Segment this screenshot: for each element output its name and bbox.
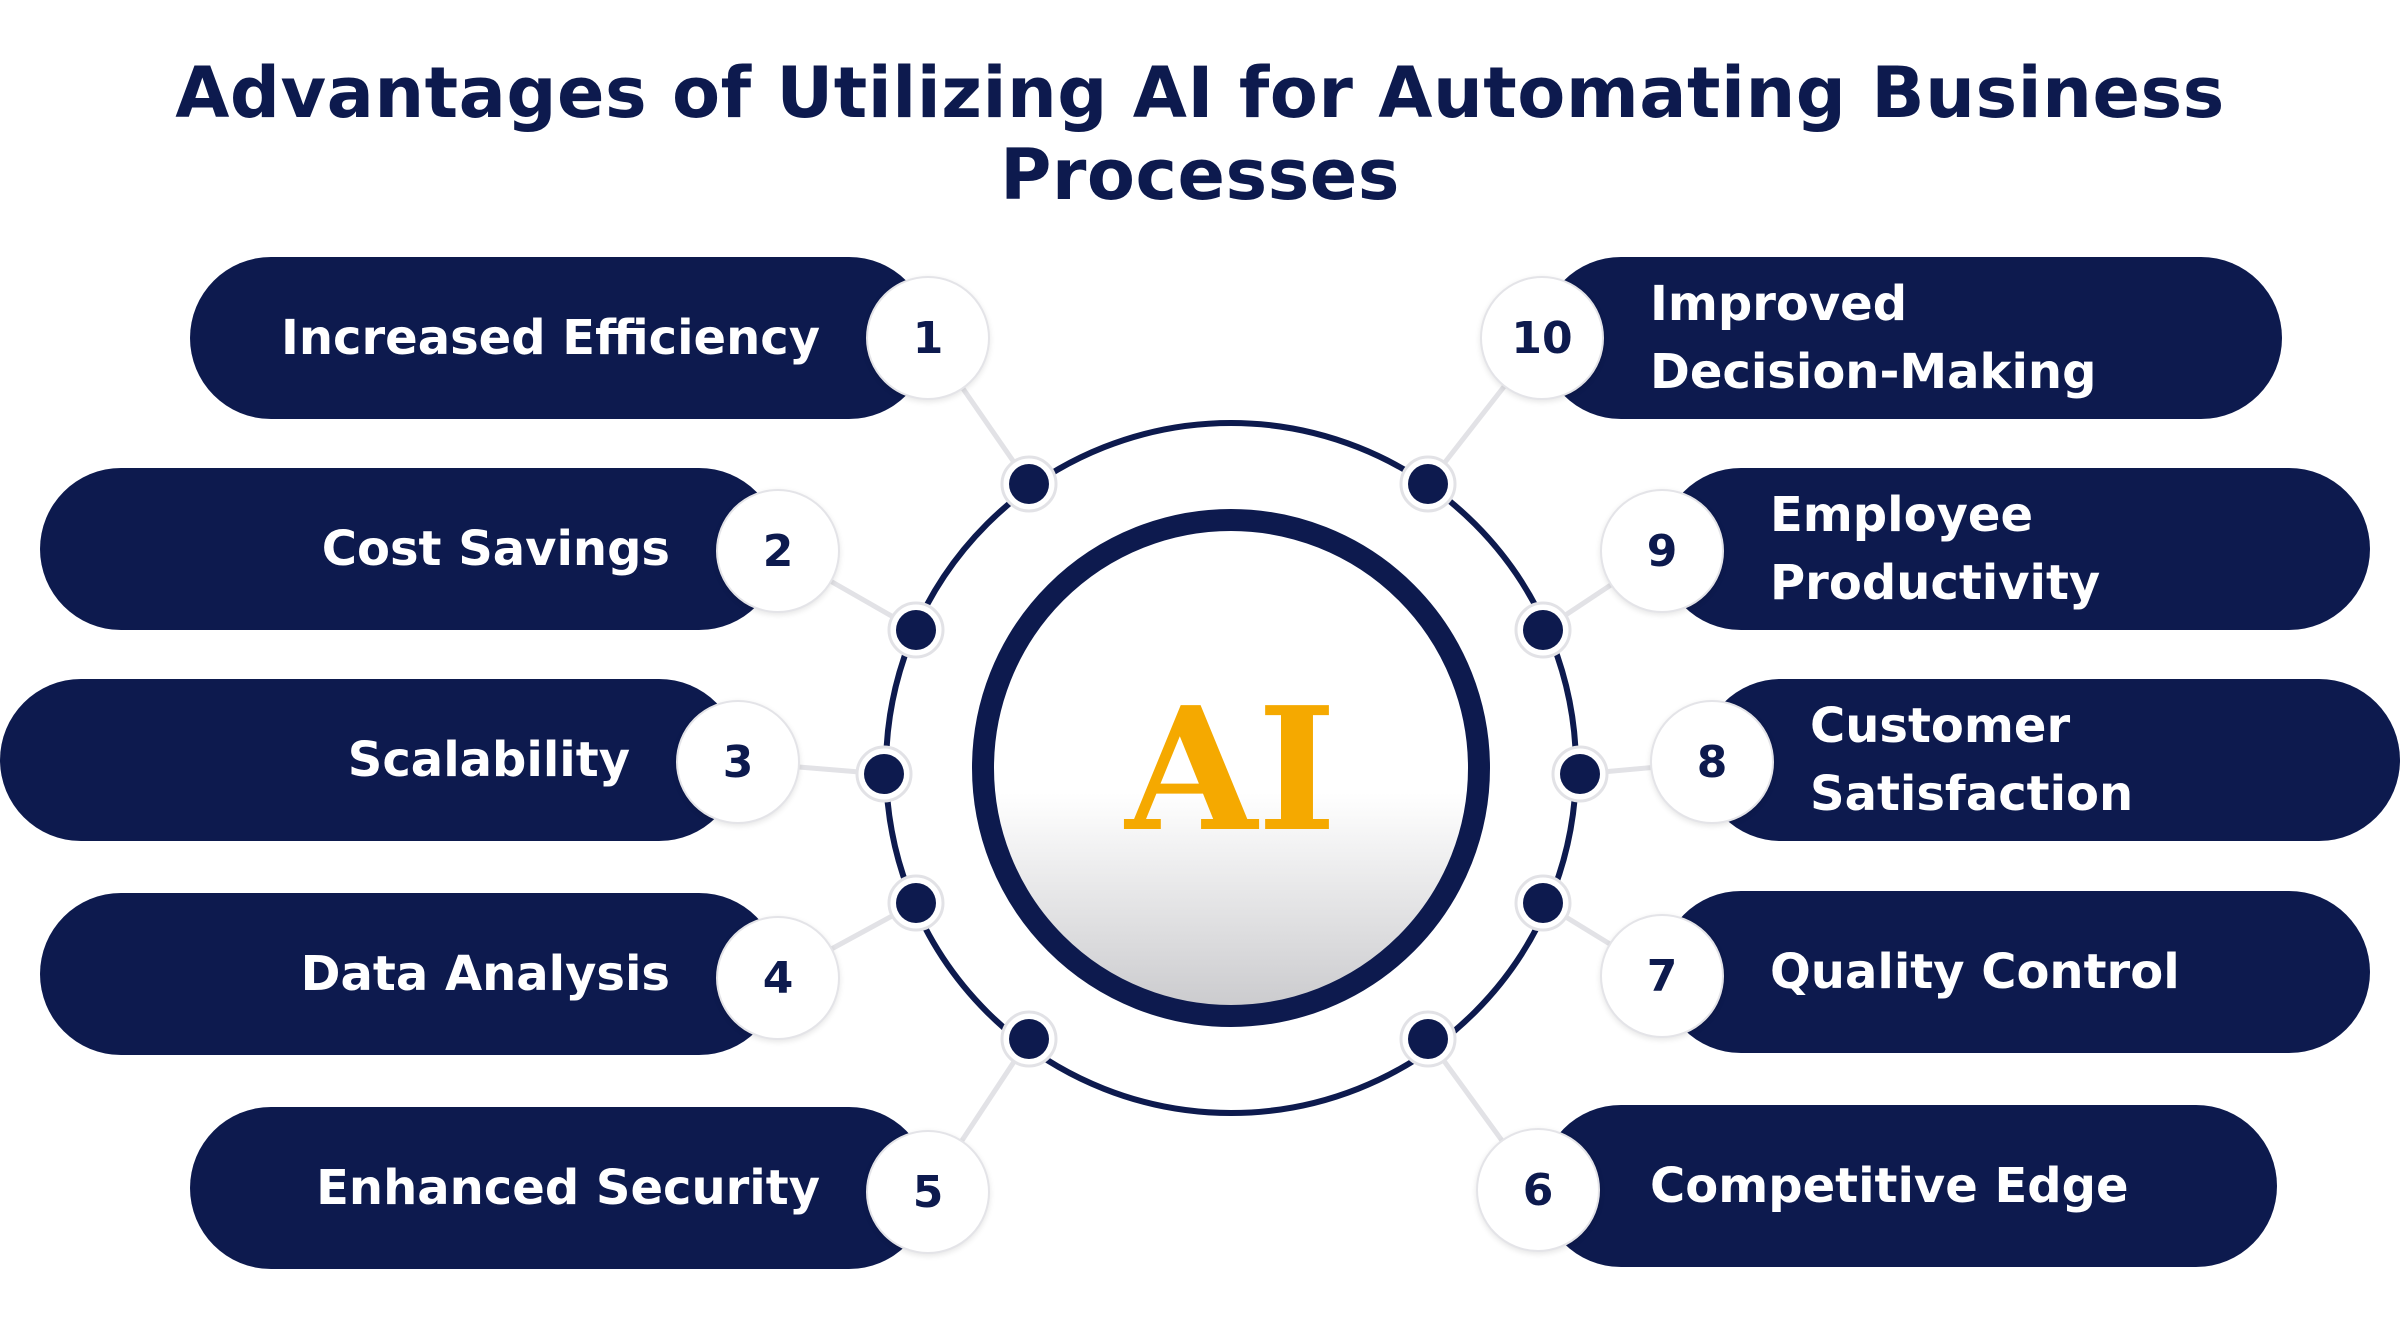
benefit-label-1: Increased Efficiency xyxy=(281,310,820,366)
benefit-pill-4: Data Analysis xyxy=(40,893,780,1055)
number-badge-10: 10 xyxy=(1480,276,1604,400)
benefit-pill-7: Quality Control xyxy=(1660,891,2370,1053)
number-badge-2: 2 xyxy=(716,489,840,613)
benefit-label-9: Employee Productivity xyxy=(1770,487,2101,611)
benefit-label-4: Data Analysis xyxy=(300,946,670,1002)
benefit-pill-3: Scalability xyxy=(0,679,740,841)
benefit-pill-5: Enhanced Security xyxy=(190,1107,930,1269)
benefit-label-3: Scalability xyxy=(347,732,630,788)
benefit-pill-6: Competitive Edge xyxy=(1540,1105,2277,1267)
ring-dot-6 xyxy=(1408,1019,1448,1059)
benefit-pill-1: Increased Efficiency xyxy=(190,257,930,419)
benefit-pill-8: Customer Satisfaction xyxy=(1700,679,2400,841)
ring-dot-5 xyxy=(1009,1019,1049,1059)
ring-dot-3 xyxy=(864,754,904,794)
number-badge-3: 3 xyxy=(676,700,800,824)
number-badge-9: 9 xyxy=(1600,489,1724,613)
ring-dot-1 xyxy=(1009,464,1049,504)
benefit-pill-9: Employee Productivity xyxy=(1660,468,2370,630)
benefit-label-5: Enhanced Security xyxy=(316,1160,820,1216)
benefit-label-10: Improved Decision-Making xyxy=(1650,276,2097,400)
ai-center-label: AI xyxy=(1125,670,1337,870)
benefit-label-7: Quality Control xyxy=(1770,944,2180,1000)
ring-dot-4 xyxy=(896,883,936,923)
number-badge-5: 5 xyxy=(866,1130,990,1254)
benefit-pill-10: Improved Decision-Making xyxy=(1540,257,2282,419)
ring-dot-2 xyxy=(896,610,936,650)
number-badge-8: 8 xyxy=(1650,700,1774,824)
benefit-label-8: Customer Satisfaction xyxy=(1810,698,2134,822)
ring-dot-8 xyxy=(1560,754,1600,794)
number-badge-4: 4 xyxy=(716,916,840,1040)
ring-dot-9 xyxy=(1523,610,1563,650)
number-badge-6: 6 xyxy=(1476,1128,1600,1252)
benefit-label-6: Competitive Edge xyxy=(1650,1158,2129,1214)
benefit-pill-2: Cost Savings xyxy=(40,468,780,630)
number-badge-1: 1 xyxy=(866,276,990,400)
ring-dot-7 xyxy=(1523,883,1563,923)
ring-dot-10 xyxy=(1408,464,1448,504)
benefit-label-2: Cost Savings xyxy=(321,521,670,577)
number-badge-7: 7 xyxy=(1600,914,1724,1038)
